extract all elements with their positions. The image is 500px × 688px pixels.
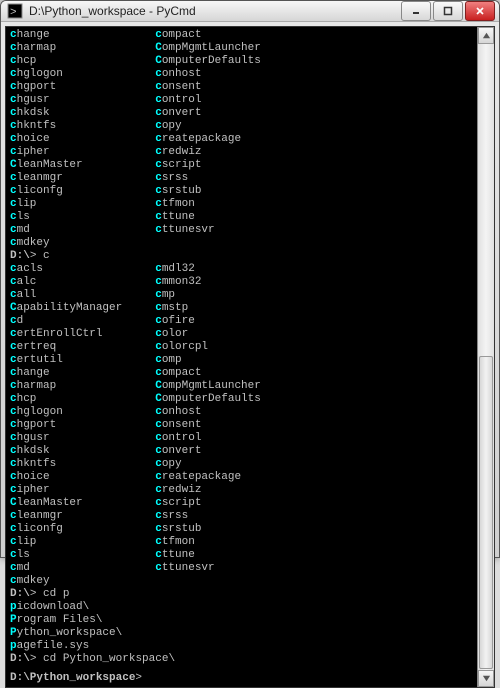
titlebar[interactable]: > D:\Python_workspace - PyCmd xyxy=(1,1,499,22)
window-buttons xyxy=(399,1,495,21)
console-output[interactable]: change compactcharmap CompMgmtLauncherch… xyxy=(6,27,477,687)
maximize-button[interactable] xyxy=(433,1,463,21)
svg-text:>: > xyxy=(10,7,17,19)
client-area: change compactcharmap CompMgmtLauncherch… xyxy=(5,26,495,688)
scroll-down-button[interactable] xyxy=(478,670,494,687)
minimize-button[interactable] xyxy=(401,1,431,21)
vertical-scrollbar[interactable] xyxy=(477,27,494,687)
scroll-thumb[interactable] xyxy=(479,356,493,669)
window-frame: > D:\Python_workspace - PyCmd change com… xyxy=(0,0,500,558)
close-button[interactable] xyxy=(465,1,495,21)
scroll-up-button[interactable] xyxy=(478,27,494,44)
app-icon: > xyxy=(7,3,23,19)
scroll-track[interactable] xyxy=(478,44,494,670)
window-title: D:\Python_workspace - PyCmd xyxy=(29,4,399,18)
